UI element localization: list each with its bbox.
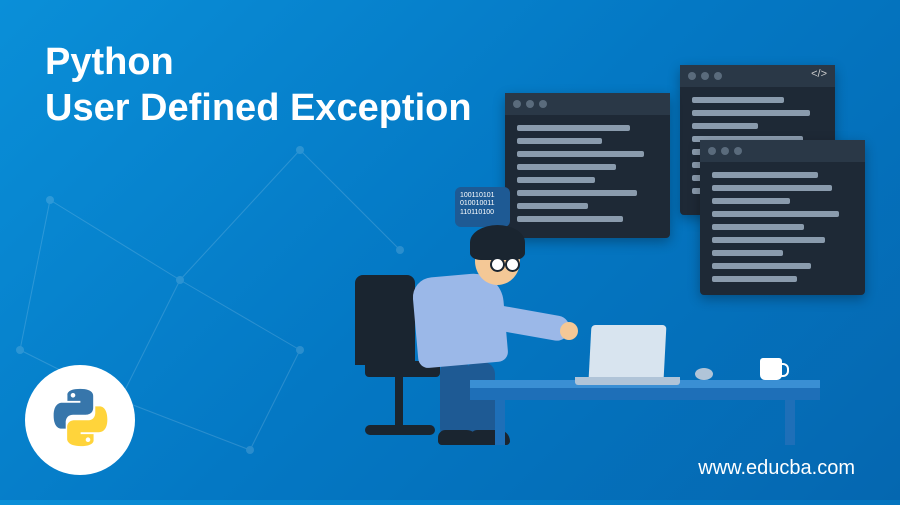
person-leg <box>465 362 495 440</box>
desk-surface <box>470 388 820 400</box>
code-window-1 <box>505 93 670 238</box>
code-window-3 <box>700 140 865 295</box>
binary-speech-bubble: 100110101 010010011 110110100 <box>455 187 510 227</box>
python-logo-badge <box>25 365 135 475</box>
desk-leg <box>785 397 795 445</box>
coffee-cup <box>760 358 782 380</box>
person-hand <box>560 322 578 340</box>
desk-leg <box>495 397 505 445</box>
laptop-base <box>575 377 680 385</box>
python-logo-icon <box>43 380 118 460</box>
chair-back <box>355 275 415 365</box>
programmer-illustration: </> <box>330 65 870 445</box>
chair-base <box>365 425 435 435</box>
person-hair <box>470 225 525 260</box>
person-glasses <box>490 257 520 267</box>
computer-mouse <box>695 368 713 380</box>
laptop-screen <box>589 325 667 380</box>
chair-pole <box>395 375 403 425</box>
website-url: www.educba.com <box>698 457 855 480</box>
